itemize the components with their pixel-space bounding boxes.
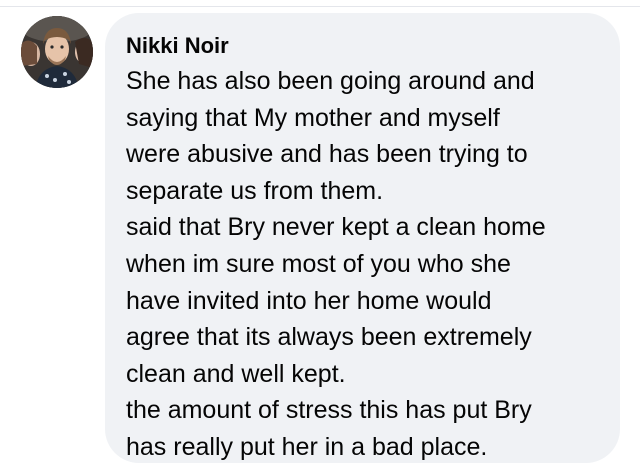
comment-text-line: agree that its always been extremely — [126, 323, 532, 352]
comment: Nikki Noir She has also been going aroun… — [0, 0, 640, 466]
comment-text-line: were abusive and has been trying to — [126, 140, 528, 169]
comment-text-line: separate us from them. — [126, 176, 384, 205]
comment-text-line: said that Bry never kept a clean home — [126, 213, 546, 242]
comment-bubble: Nikki Noir She has also been going aroun… — [105, 13, 620, 463]
comment-text-line: the amount of stress this has put Bry — [126, 396, 532, 425]
comment-text-line: saying that My mother and myself — [126, 103, 500, 132]
comment-text-line: has really put her in a bad place. — [126, 432, 488, 461]
comment-text-line: when im sure most of you who she — [126, 249, 511, 278]
author-avatar[interactable] — [21, 16, 93, 88]
comment-text: She has also been going around and sayin… — [126, 63, 610, 466]
comment-author-name[interactable]: Nikki Noir — [126, 32, 610, 60]
comment-text-line: She has also been going around and — [126, 67, 535, 95]
comment-text-line: clean and well kept. — [126, 359, 346, 388]
comment-text-line: have invited into her home would — [126, 286, 492, 315]
